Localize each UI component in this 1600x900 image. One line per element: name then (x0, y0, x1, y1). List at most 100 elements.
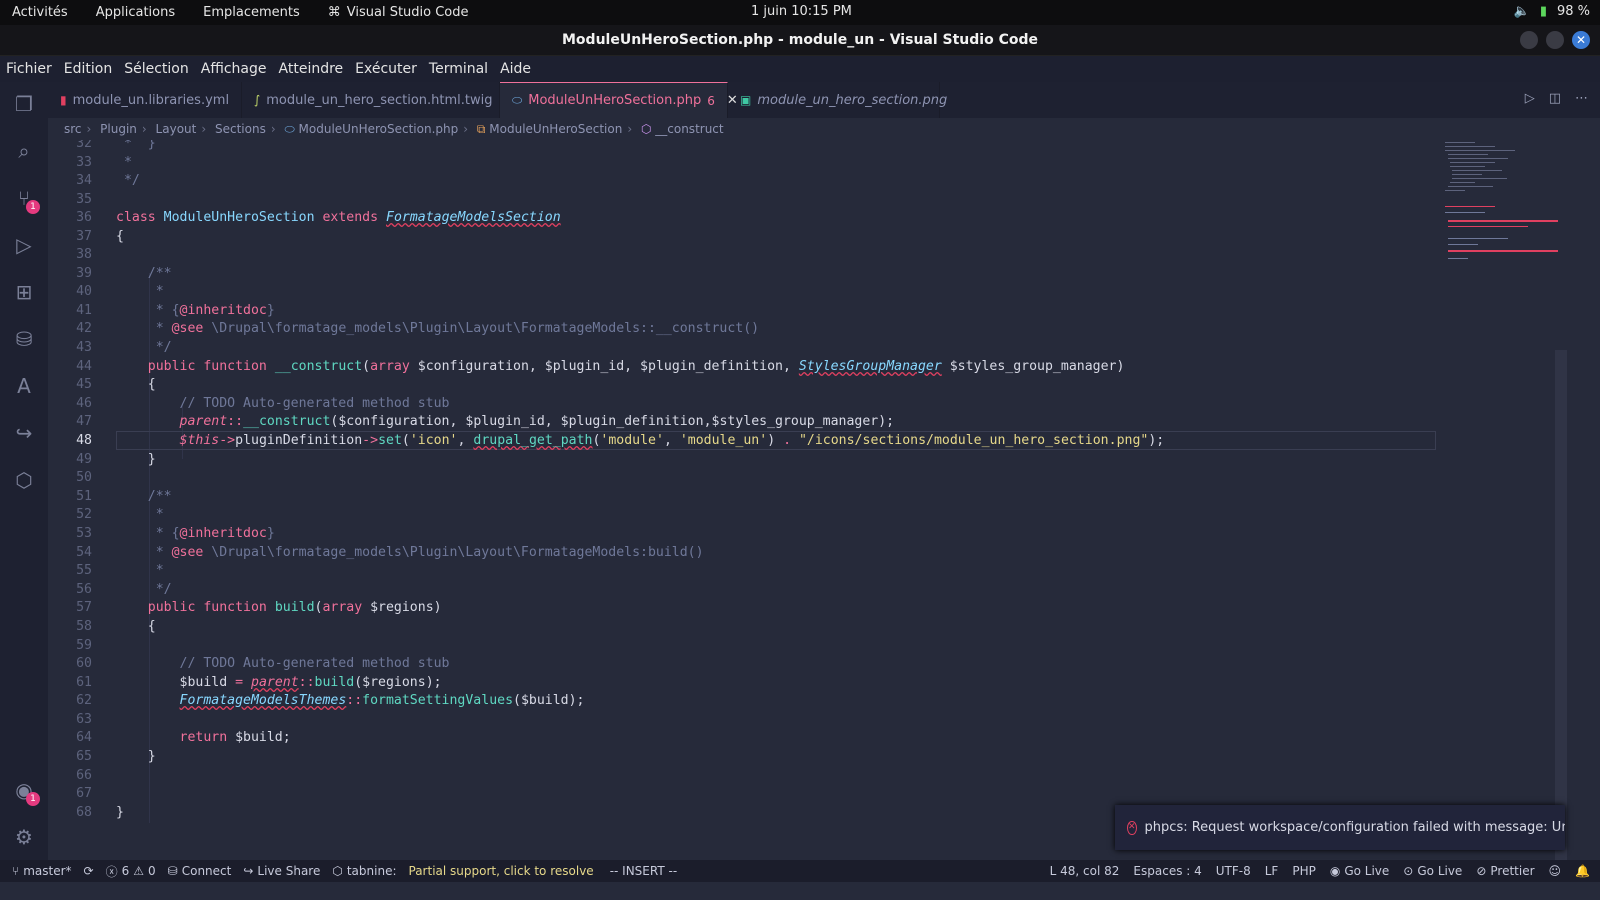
sync-icon: ⟳ (83, 864, 94, 878)
run-file-icon[interactable]: ▷ (1525, 91, 1535, 106)
cursor-position[interactable]: L 48, col 82 (1050, 864, 1120, 878)
code-line: 44 public function __construct(array $co… (76, 359, 1125, 374)
applications-menu[interactable]: Applications (96, 5, 175, 20)
indentation[interactable]: Espaces : 4 (1133, 864, 1201, 878)
tab-hero-section-twig[interactable]: ∫ module_un_hero_section.html.twig (242, 82, 500, 118)
code-line: 45 { (76, 377, 156, 392)
menu-edit[interactable]: Edition (64, 61, 112, 77)
editor-actions: ▷ ◫ ⋯ (1525, 91, 1588, 106)
breadcrumb-item[interactable]: Layout (156, 122, 197, 136)
breadcrumb-item[interactable]: ModuleUnHeroSection (489, 122, 622, 136)
notification-message: phpcs: Request workspace/configuration f… (1144, 820, 1565, 835)
code-line: 37{ (76, 229, 124, 244)
encoding[interactable]: UTF-8 (1216, 864, 1251, 878)
clock[interactable]: 1 juin 10:15 PM (751, 4, 852, 19)
source-control-icon[interactable]: ⑂ 1 (10, 184, 40, 214)
play-circle-icon: ⊙ (1403, 864, 1414, 878)
activity-bar: ❐ ⌕ ⑂ 1 ▷ ⊞ ⛁ A ↪ ⬡ ◉ 1 ⚙ (0, 82, 48, 879)
go-live-label: Go Live (1344, 864, 1390, 878)
code-line: 36 class ModuleUnHeroSection extends Form… (76, 210, 561, 225)
tab-module-un-hero-section-php[interactable]: ⬭ ModuleUnHeroSection.php 6 ✕ (500, 82, 738, 118)
minimap[interactable] (1440, 140, 1558, 270)
tab-hero-section-png[interactable]: ▣ module_un_hero_section.png (728, 82, 947, 118)
search-icon[interactable]: ⌕ (10, 137, 38, 165)
code-line: 39 /** (76, 266, 172, 281)
breadcrumb-item[interactable]: __construct (655, 122, 723, 136)
go-live-button[interactable]: ⊙ Go Live (1403, 864, 1462, 878)
system-tray[interactable]: 🔈 ▮ 98 % (1514, 4, 1590, 19)
menu-help[interactable]: Aide (500, 61, 531, 77)
minimize-button[interactable] (1520, 31, 1538, 49)
source-control-badge: 1 (26, 200, 40, 214)
error-notification[interactable]: ✕ phpcs: Request workspace/configuration… (1115, 805, 1565, 850)
code-line: 59 (76, 638, 92, 653)
tab-libraries-yml[interactable]: ▮ module_un.libraries.yml (48, 82, 242, 118)
breadcrumb-item[interactable]: src (64, 122, 82, 136)
code-line: 40 * (76, 284, 164, 299)
tab-label: ModuleUnHeroSection.php (528, 93, 702, 108)
menu-run[interactable]: Exécuter (355, 61, 417, 77)
menu-file[interactable]: Fichier (6, 61, 52, 77)
warning-icon: ⚠ (133, 864, 145, 878)
app-menu[interactable]: ⌘ Visual Studio Code (328, 5, 469, 20)
menu-terminal[interactable]: Terminal (429, 61, 488, 77)
code-line: 55 * (76, 563, 164, 578)
code-line: 65 } (76, 749, 156, 764)
tabnine-icon: ⬡ (332, 864, 343, 878)
run-debug-icon[interactable]: ▷ (10, 231, 38, 259)
sync-button[interactable]: ⟳ (84, 864, 94, 878)
menu-go[interactable]: Atteindre (279, 61, 344, 77)
places-menu[interactable]: Emplacements (203, 5, 300, 20)
code-line: 34 */ (76, 173, 140, 188)
battery-icon: ▮ (1539, 4, 1547, 19)
language-mode[interactable]: PHP (1292, 864, 1316, 878)
menu-view[interactable]: Affichage (201, 61, 267, 77)
maximize-button[interactable] (1546, 31, 1564, 49)
tabnine-status[interactable]: ⬡ tabnine: (332, 864, 396, 878)
azure-icon[interactable]: A (10, 372, 38, 400)
breadcrumb-item[interactable]: Plugin (100, 122, 137, 136)
live-share-label: Live Share (257, 864, 321, 878)
feedback-icon[interactable]: ☺ (1549, 864, 1562, 878)
vertical-scrollbar[interactable] (1555, 350, 1567, 879)
image-file-icon: ▣ (740, 93, 752, 107)
prettier-button[interactable]: ⊘ Prettier (1476, 864, 1534, 878)
database-icon[interactable]: ⛁ (10, 325, 38, 353)
split-editor-icon[interactable]: ◫ (1549, 91, 1561, 106)
menu-selection[interactable]: Sélection (124, 61, 189, 77)
branch-status[interactable]: ⑂ master* (12, 864, 72, 878)
live-share-icon[interactable]: ↪ (10, 419, 38, 447)
database-icon: ⛁ (167, 864, 178, 878)
tab-label: module_un_hero_section.png (757, 92, 948, 108)
go-live-button[interactable]: ◉ Go Live (1330, 864, 1389, 878)
menu-bar: Fichier Edition Sélection Affichage Atte… (0, 56, 1600, 82)
more-actions-icon[interactable]: ⋯ (1575, 91, 1588, 106)
live-share-button[interactable]: ↪ Live Share (243, 864, 320, 878)
code-line: 46 // TODO Auto-generated method stub (76, 396, 450, 411)
accounts-icon[interactable]: ◉ 1 (10, 776, 40, 806)
breadcrumb-item[interactable]: Sections (215, 122, 266, 136)
code-editor[interactable]: 32 * } 33 * 34 */ 35 36 class ModuleUnHer… (48, 140, 1468, 879)
partial-support-link[interactable]: Partial support, click to resolve (409, 864, 594, 878)
problems-status[interactable]: ⓧ 6 ⚠ 0 (106, 863, 156, 880)
editor-tabs: ▮ module_un.libraries.yml ∫ module_un_he… (48, 82, 1600, 118)
app-name: Visual Studio Code (346, 5, 469, 20)
vscode-icon: ⌘ (327, 5, 341, 20)
connect-button[interactable]: ⛁ Connect (168, 864, 232, 878)
connect-label: Connect (181, 864, 232, 878)
notifications-bell-icon[interactable]: 🔔 (1575, 864, 1590, 878)
settings-gear-icon[interactable]: ⚙ (10, 823, 38, 851)
line-ending[interactable]: LF (1265, 864, 1279, 878)
activities-button[interactable]: Activités (12, 5, 68, 20)
code-line: 53 * {@inheritdoc} (76, 526, 275, 541)
tab-problem-count: 6 (707, 93, 715, 108)
remote-icon[interactable]: ⬡ (10, 466, 38, 494)
tabnine-label: tabnine: (346, 864, 397, 878)
code-line: 33 * (76, 155, 132, 170)
extensions-icon[interactable]: ⊞ (10, 278, 38, 306)
explorer-icon[interactable]: ❐ (10, 90, 38, 118)
go-live-label: Go Live (1417, 864, 1463, 878)
php-file-icon: ⬭ (284, 122, 295, 136)
close-window-button[interactable]: ✕ (1572, 31, 1590, 49)
breadcrumb-item[interactable]: ModuleUnHeroSection.php (299, 122, 459, 136)
